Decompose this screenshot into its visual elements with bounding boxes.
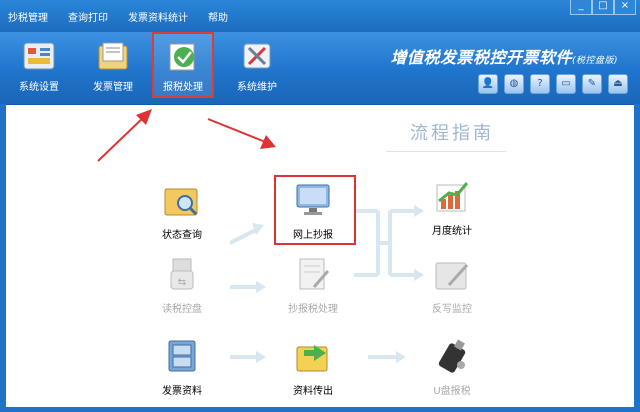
title-bar: 抄税管理 查询打印 发票资料统计 帮助 _ □ × bbox=[0, 0, 640, 32]
usb-drive-icon bbox=[412, 339, 492, 376]
chart-up-icon bbox=[412, 179, 492, 216]
flow-usb-report[interactable]: U盘报税 bbox=[412, 339, 492, 397]
flow-label: 抄报税处理 bbox=[288, 304, 338, 315]
flow-label: 月度统计 bbox=[432, 226, 472, 237]
toolbar-invoice-management[interactable]: 发票管理 bbox=[82, 36, 144, 98]
main-window: 抄税管理 查询打印 发票资料统计 帮助 _ □ × 系统设置 发票管理 报税处理… bbox=[0, 0, 640, 412]
user-icon[interactable]: 👤 bbox=[478, 74, 498, 94]
settings-icon bbox=[22, 40, 56, 72]
folder-edit-icon bbox=[412, 257, 492, 294]
folder-export-icon bbox=[273, 339, 353, 376]
flow-label: 资料传出 bbox=[293, 386, 333, 397]
flow-monthly-stats[interactable]: 月度统计 bbox=[412, 179, 492, 237]
toolbar-tax-processing[interactable]: 报税处理 bbox=[152, 32, 214, 98]
toolbar-system-settings[interactable]: 系统设置 bbox=[8, 36, 70, 98]
window-controls: _ □ × bbox=[570, 0, 636, 15]
menu-bar: 抄税管理 查询打印 发票资料统计 帮助 bbox=[8, 9, 228, 24]
flow-online-report[interactable]: 网上抄报 bbox=[273, 183, 353, 241]
brand-main: 增值税发票税控开票软件 bbox=[390, 48, 572, 67]
minimize-button[interactable]: _ bbox=[570, 0, 592, 15]
annotation-arrow-up bbox=[97, 114, 147, 162]
folder-search-icon bbox=[142, 183, 222, 220]
toolbar-label: 发票管理 bbox=[93, 82, 133, 93]
toolbar-label: 系统设置 bbox=[19, 82, 59, 93]
window-icon[interactable]: ▭ bbox=[556, 74, 576, 94]
toolbar-label: 系统维护 bbox=[237, 82, 277, 93]
invoice-folder-icon bbox=[96, 40, 130, 72]
flow-write-monitor[interactable]: 反写监控 bbox=[412, 257, 492, 315]
flow-label: 状态查询 bbox=[162, 230, 202, 241]
guide-underline bbox=[386, 151, 506, 152]
annotation-arrowhead-right bbox=[260, 135, 276, 149]
flow-label: 发票资料 bbox=[162, 386, 202, 397]
flow-report-process[interactable]: 抄报税处理 bbox=[273, 257, 353, 315]
cabinet-icon bbox=[142, 339, 222, 376]
flow-guide-title: 流程指南 bbox=[410, 123, 494, 144]
usb-icon: ⇆ bbox=[142, 257, 222, 294]
flow-label: 网上抄报 bbox=[293, 230, 333, 241]
maintenance-icon bbox=[240, 40, 274, 72]
tax-process-icon bbox=[166, 40, 200, 72]
menu-tax-management[interactable]: 抄税管理 bbox=[8, 9, 48, 24]
form-pen-icon bbox=[273, 257, 353, 294]
toolbar-system-maintenance[interactable]: 系统维护 bbox=[226, 36, 288, 98]
annotation-arrow-right bbox=[207, 118, 269, 144]
tool-icon[interactable]: ✎ bbox=[582, 74, 602, 94]
flow-label: U盘报税 bbox=[433, 386, 471, 397]
brand-title: 增值税发票税控开票软件(税控盘版) bbox=[390, 44, 618, 68]
menu-help[interactable]: 帮助 bbox=[208, 9, 228, 24]
menu-invoice-stats[interactable]: 发票资料统计 bbox=[128, 9, 188, 24]
monitor-icon bbox=[273, 183, 353, 220]
flow-invoice-data[interactable]: 发票资料 bbox=[142, 339, 222, 397]
flow-label: 读税控盘 bbox=[162, 304, 202, 315]
globe-icon[interactable]: ◍ bbox=[504, 74, 524, 94]
toolbar-label: 报税处理 bbox=[163, 82, 203, 93]
flow-label: 反写监控 bbox=[432, 304, 472, 315]
menu-query-print[interactable]: 查询打印 bbox=[68, 9, 108, 24]
toolbar-icon-group: 👤 ◍ ? ▭ ✎ ⏏ bbox=[478, 74, 628, 94]
svg-text:⇆: ⇆ bbox=[178, 277, 186, 288]
exit-icon[interactable]: ⏏ bbox=[608, 74, 628, 94]
flow-status-query[interactable]: 状态查询 bbox=[142, 183, 222, 241]
close-button[interactable]: × bbox=[614, 0, 636, 15]
help-icon[interactable]: ? bbox=[530, 74, 550, 94]
flow-guide-panel: 流程指南 状态查询 ⇆ 读税控盘 发票资料 网上抄报 抄报税处理 资料传出 月度… bbox=[6, 104, 634, 407]
maximize-button[interactable]: □ bbox=[592, 0, 614, 15]
flow-data-transfer[interactable]: 资料传出 bbox=[273, 339, 353, 397]
brand-sub: (税控盘版) bbox=[571, 56, 618, 66]
flow-read-disk[interactable]: ⇆ 读税控盘 bbox=[142, 257, 222, 315]
